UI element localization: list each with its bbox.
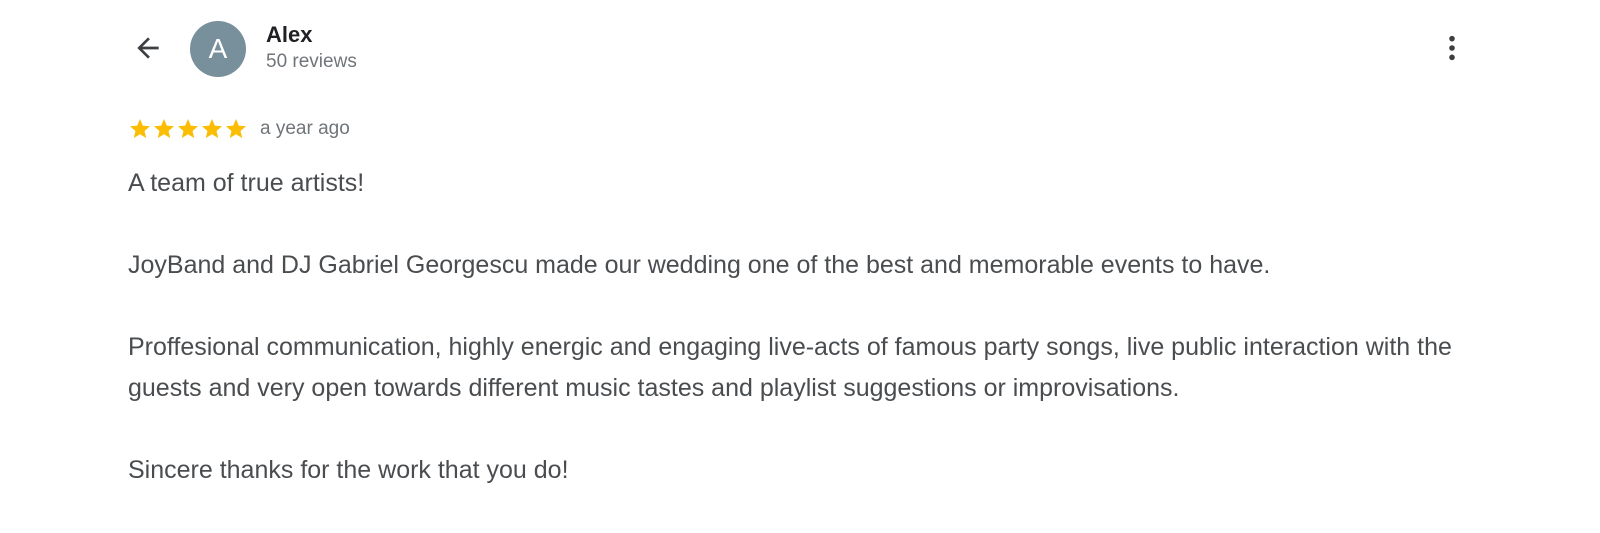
rating-row: a year ago	[128, 116, 350, 142]
more-options-button[interactable]	[1432, 28, 1472, 68]
review-paragraph: JoyBand and DJ Gabriel Georgescu made ou…	[128, 251, 1271, 279]
avatar-letter: A	[208, 33, 228, 64]
review-time: a year ago	[260, 118, 350, 139]
review-header: A Alex 50 reviews	[128, 20, 1472, 77]
back-button[interactable]	[128, 28, 168, 68]
avatar[interactable]: A	[190, 21, 246, 77]
user-info: Alex 50 reviews	[266, 22, 357, 75]
review-paragraph: Sincere thanks for the work that you do!	[128, 456, 569, 484]
user-name[interactable]: Alex	[266, 22, 357, 48]
star-icon	[154, 119, 174, 138]
review-paragraph: Proffesional communication, highly energ…	[128, 333, 1452, 402]
star-icon	[226, 119, 246, 138]
review-paragraph: A team of true artists!	[128, 169, 365, 197]
star-icon	[130, 119, 150, 138]
review-page: A Alex 50 reviews a year ago A team of t…	[0, 0, 1600, 533]
arrow-back-icon	[137, 37, 159, 59]
review-count: 50 reviews	[266, 51, 357, 72]
star-rating	[128, 117, 248, 141]
review-text: A team of true artists! JoyBand and DJ G…	[128, 163, 1468, 532]
star-icon	[178, 119, 198, 138]
star-icon	[202, 119, 222, 138]
more-vert-icon	[1449, 35, 1455, 61]
